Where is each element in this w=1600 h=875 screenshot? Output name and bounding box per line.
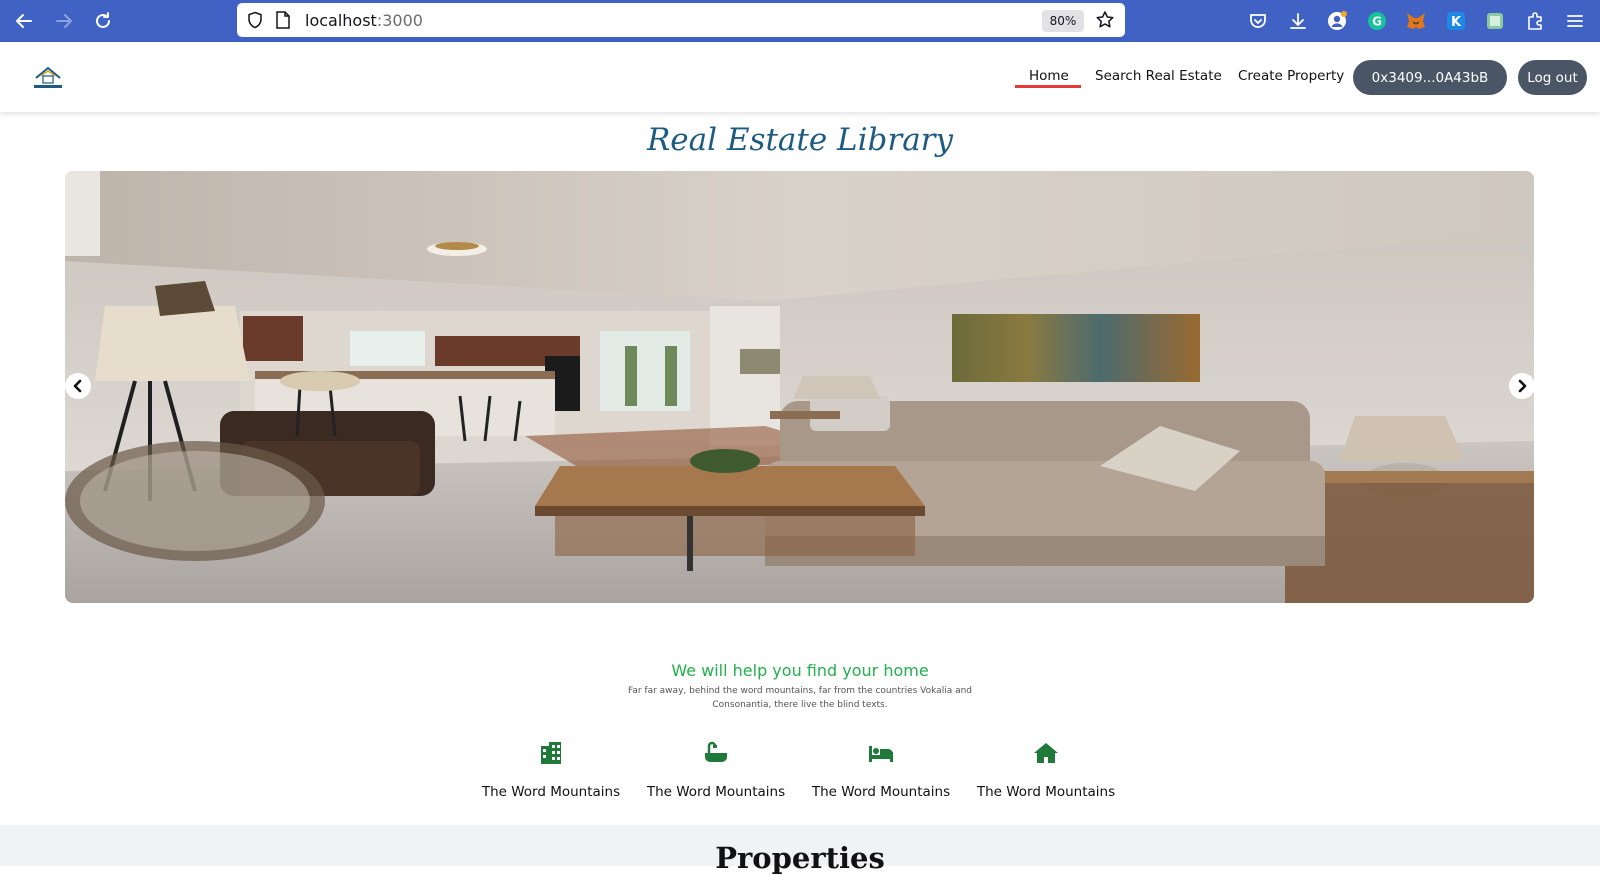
feature-item: The Word Mountains	[966, 736, 1126, 800]
metamask-icon[interactable]	[1404, 9, 1428, 33]
reload-icon[interactable]	[91, 9, 115, 33]
extension-sheet-icon[interactable]	[1483, 9, 1507, 33]
feature-label: The Word Mountains	[811, 784, 951, 800]
feature-item: The Word Mountains	[801, 736, 961, 800]
nav-search-real-estate[interactable]: Search Real Estate	[1095, 68, 1222, 84]
house-icon	[1034, 743, 1058, 763]
page-title: Real Estate Library	[646, 122, 954, 158]
wallet-address-button[interactable]: 0x3409...0A43bB	[1353, 60, 1507, 95]
bookmark-star-icon[interactable]	[1095, 10, 1115, 34]
forward-icon[interactable]	[52, 9, 76, 33]
feature-label: The Word Mountains	[976, 784, 1116, 800]
site-header: Home Search Real Estate Create Property …	[0, 42, 1600, 112]
properties-title: Properties	[715, 841, 885, 875]
hero-carousel-image	[65, 171, 1534, 603]
building-icon	[541, 742, 561, 764]
shield-icon[interactable]	[246, 11, 264, 33]
url-text[interactable]: localhost:3000	[305, 11, 423, 30]
section-heading: We will help you find your home	[671, 661, 929, 680]
feature-item: The Word Mountains	[471, 736, 631, 800]
section-subtext: Far far away, behind the word mountains,…	[628, 686, 972, 710]
menu-icon[interactable]	[1563, 9, 1587, 33]
download-icon[interactable]	[1286, 9, 1310, 33]
properties-section: Properties	[0, 825, 1600, 875]
nav-home[interactable]: Home	[1029, 68, 1069, 84]
url-port: :3000	[376, 11, 423, 30]
nav-create-property[interactable]: Create Property	[1238, 68, 1344, 84]
svg-text:G: G	[1372, 15, 1382, 29]
back-icon[interactable]	[12, 9, 36, 33]
zoom-level[interactable]: 80%	[1042, 10, 1084, 32]
feature-item: The Word Mountains	[636, 736, 796, 800]
address-bar[interactable]: localhost:3000 80%	[237, 3, 1125, 37]
pocket-icon[interactable]	[1246, 9, 1270, 33]
svg-text:K: K	[1451, 15, 1462, 30]
bathtub-icon	[705, 741, 727, 762]
extensions-puzzle-icon[interactable]	[1523, 9, 1547, 33]
nav-active-indicator	[1015, 85, 1081, 88]
feature-label: The Word Mountains	[646, 784, 786, 800]
grammarly-icon[interactable]: G	[1365, 9, 1389, 33]
url-host: localhost	[305, 11, 377, 30]
site-logo[interactable]	[30, 62, 66, 92]
extension-k-icon[interactable]: K	[1444, 9, 1468, 33]
carousel-next-icon[interactable]	[1509, 373, 1535, 399]
feature-label: The Word Mountains	[481, 784, 621, 800]
account-icon[interactable]	[1325, 9, 1349, 33]
carousel-prev-icon[interactable]	[65, 373, 91, 399]
logout-button[interactable]: Log out	[1518, 60, 1587, 95]
page-icon	[275, 11, 291, 33]
bed-icon	[869, 746, 893, 762]
browser-toolbar: localhost:3000 80% G K	[0, 0, 1600, 42]
